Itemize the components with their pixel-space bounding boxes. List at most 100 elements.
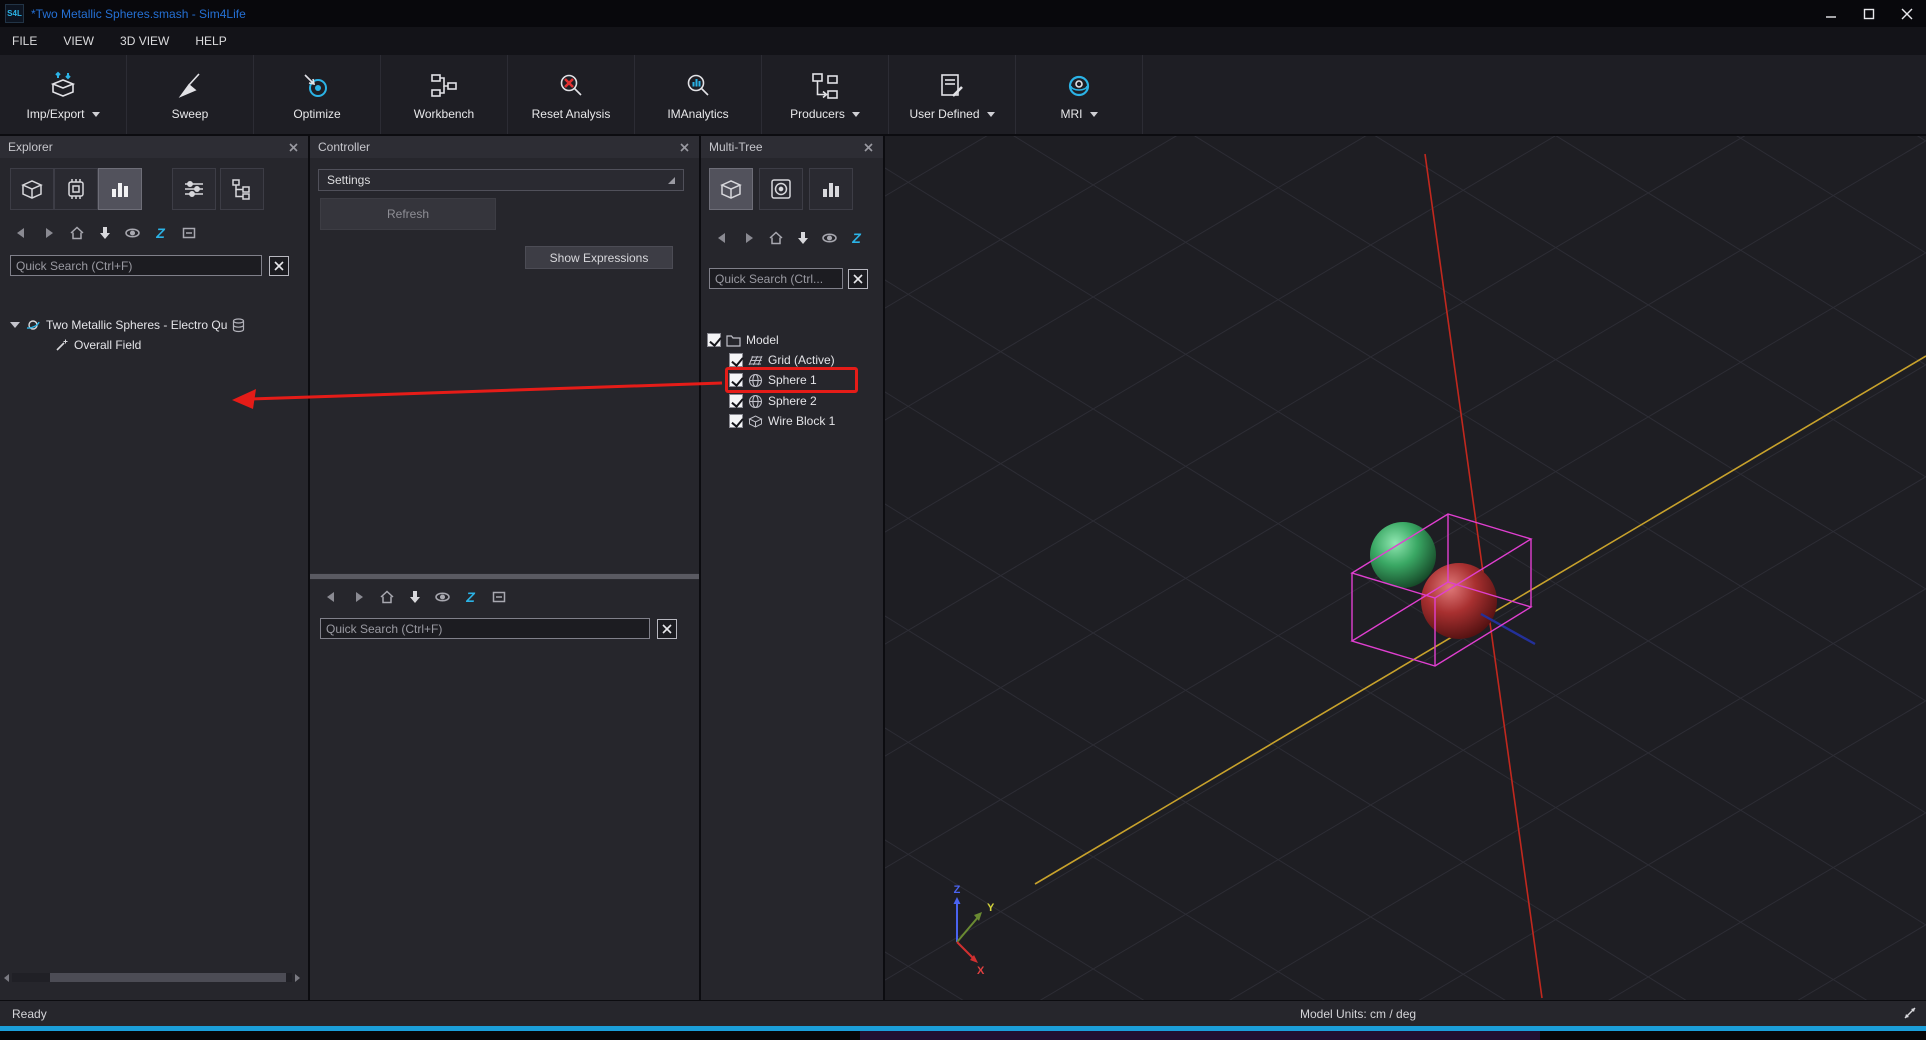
sphere-2-checkbox[interactable] bbox=[729, 394, 743, 408]
viewport-3d[interactable]: Z Y X bbox=[885, 136, 1926, 1000]
close-button[interactable] bbox=[1888, 0, 1926, 27]
ribbon-label-workbench: Workbench bbox=[414, 107, 474, 121]
dropdown-arrow-icon[interactable] bbox=[987, 112, 995, 117]
dropdown-arrow-icon[interactable] bbox=[1090, 112, 1098, 117]
explorer-search-input[interactable] bbox=[10, 255, 262, 276]
scroll-right-icon[interactable] bbox=[292, 973, 302, 983]
workbench-icon bbox=[428, 68, 460, 104]
dropdown-arrow-icon[interactable] bbox=[92, 112, 100, 117]
tree-row-wire-block[interactable]: Wire Block 1 bbox=[729, 412, 835, 430]
model-mode-button[interactable] bbox=[10, 168, 54, 210]
forward-icon[interactable] bbox=[350, 588, 367, 605]
scroll-down-icon[interactable] bbox=[406, 588, 423, 605]
controller-settings-selector[interactable]: Settings bbox=[318, 169, 684, 191]
dropdown-arrow-icon[interactable] bbox=[852, 112, 860, 117]
viewport-canvas[interactable]: Z Y X bbox=[885, 136, 1926, 1000]
title-bar: S4L *Two Metallic Spheres.smash - Sim4Li… bbox=[0, 0, 1926, 27]
hierarchy-view-button[interactable] bbox=[220, 168, 264, 210]
controller-search-clear-button[interactable] bbox=[657, 619, 677, 639]
z-highlight-icon[interactable]: Z bbox=[462, 588, 479, 605]
y-axis-label: Y bbox=[987, 902, 995, 914]
ribbon-sweep[interactable]: Sweep bbox=[127, 55, 254, 134]
ribbon-producers[interactable]: Producers bbox=[762, 55, 889, 134]
tree-row-sphere-2[interactable]: Sphere 2 bbox=[729, 392, 817, 410]
ribbon-reset-analysis[interactable]: Reset Analysis bbox=[508, 55, 635, 134]
multitree-search-input[interactable] bbox=[709, 268, 843, 289]
expander-icon[interactable] bbox=[10, 322, 20, 328]
explorer-child-row[interactable]: Overall Field bbox=[54, 336, 141, 354]
ribbon-imp-export[interactable]: Imp/Export bbox=[0, 55, 127, 134]
visibility-eye-icon[interactable] bbox=[821, 229, 838, 246]
select-box-icon[interactable] bbox=[490, 588, 507, 605]
scrollbar-thumb[interactable] bbox=[50, 973, 286, 982]
multitree-search-clear-button[interactable] bbox=[848, 269, 868, 289]
home-icon[interactable] bbox=[68, 224, 85, 241]
back-icon[interactable] bbox=[322, 588, 339, 605]
scroll-down-icon[interactable] bbox=[96, 224, 113, 241]
explorer-child-label: Overall Field bbox=[74, 338, 141, 352]
menu-help[interactable]: HELP bbox=[195, 34, 226, 48]
model-checkbox[interactable] bbox=[707, 333, 721, 347]
back-icon[interactable] bbox=[713, 229, 730, 246]
ribbon-imanalytics[interactable]: IMAnalytics bbox=[635, 55, 762, 134]
filter-view-button[interactable] bbox=[172, 168, 216, 210]
tree-row-sphere-1[interactable]: Sphere 1 bbox=[729, 371, 817, 389]
show-expressions-button[interactable]: Show Expressions bbox=[525, 246, 673, 269]
controller-close-button[interactable] bbox=[677, 140, 691, 154]
sphere-2-object[interactable] bbox=[1421, 563, 1497, 639]
ribbon-label-reset-analysis: Reset Analysis bbox=[532, 107, 611, 121]
z-highlight-icon[interactable]: Z bbox=[848, 229, 865, 246]
ribbon-mri[interactable]: MRI bbox=[1016, 55, 1143, 134]
back-icon[interactable] bbox=[12, 224, 29, 241]
maximize-button[interactable] bbox=[1850, 0, 1888, 27]
explorer-panel: Explorer Z bbox=[0, 136, 308, 1000]
controller-splitter[interactable] bbox=[310, 573, 699, 580]
model-mode-button[interactable] bbox=[709, 168, 753, 210]
analysis-mode-button[interactable] bbox=[809, 168, 853, 210]
tree-hierarchy-icon bbox=[229, 176, 255, 202]
menu-view[interactable]: VIEW bbox=[63, 34, 94, 48]
explorer-mode-buttons bbox=[10, 168, 264, 210]
close-icon bbox=[864, 143, 873, 152]
menu-file[interactable]: FILE bbox=[12, 34, 37, 48]
ribbon-workbench[interactable]: Workbench bbox=[381, 55, 508, 134]
select-box-icon[interactable] bbox=[180, 224, 197, 241]
resize-grip-icon[interactable] bbox=[1902, 1005, 1918, 1024]
z-highlight-icon[interactable]: Z bbox=[152, 224, 169, 241]
grid-checkbox[interactable] bbox=[729, 353, 743, 367]
multitree-close-button[interactable] bbox=[861, 140, 875, 154]
explorer-close-button[interactable] bbox=[286, 140, 300, 154]
producers-icon bbox=[809, 68, 841, 104]
ribbon-optimize[interactable]: Optimize bbox=[254, 55, 381, 134]
visibility-eye-icon[interactable] bbox=[124, 224, 141, 241]
refresh-button[interactable]: Refresh bbox=[320, 198, 496, 230]
forward-icon[interactable] bbox=[740, 229, 757, 246]
simulation-mode-button[interactable] bbox=[54, 168, 98, 210]
analysis-mode-button[interactable] bbox=[98, 168, 142, 210]
home-icon[interactable] bbox=[378, 588, 395, 605]
wire-block-checkbox[interactable] bbox=[729, 414, 743, 428]
tree-row-model[interactable]: Model bbox=[707, 331, 779, 349]
controller-search-input[interactable] bbox=[320, 618, 650, 639]
controller-panel: Controller Settings Refresh Show Express… bbox=[310, 136, 699, 1000]
scroll-down-icon[interactable] bbox=[794, 229, 811, 246]
minimize-button[interactable] bbox=[1812, 0, 1850, 27]
mri-icon bbox=[1063, 68, 1095, 104]
forward-icon[interactable] bbox=[40, 224, 57, 241]
sphere-1-checkbox[interactable] bbox=[729, 373, 743, 387]
ribbon-user-defined[interactable]: User Defined bbox=[889, 55, 1016, 134]
home-icon[interactable] bbox=[767, 229, 784, 246]
scrollbar-track[interactable] bbox=[12, 973, 292, 982]
explorer-root-row[interactable]: Two Metallic Spheres - Electro Qu bbox=[10, 316, 245, 334]
visibility-eye-icon[interactable] bbox=[434, 588, 451, 605]
simulation-mode-button[interactable] bbox=[759, 168, 803, 210]
explorer-horizontal-scrollbar[interactable] bbox=[2, 972, 302, 983]
ribbon-label-imp-export: Imp/Export bbox=[26, 107, 84, 121]
tree-label-sphere-1: Sphere 1 bbox=[768, 373, 817, 387]
sphere-1-object[interactable] bbox=[1370, 522, 1436, 588]
scroll-left-icon[interactable] bbox=[2, 973, 12, 983]
explorer-search-clear-button[interactable] bbox=[269, 256, 289, 276]
multitree-title: Multi-Tree bbox=[709, 140, 763, 154]
tree-row-grid[interactable]: Grid (Active) bbox=[729, 351, 835, 369]
menu-3d-view[interactable]: 3D VIEW bbox=[120, 34, 169, 48]
